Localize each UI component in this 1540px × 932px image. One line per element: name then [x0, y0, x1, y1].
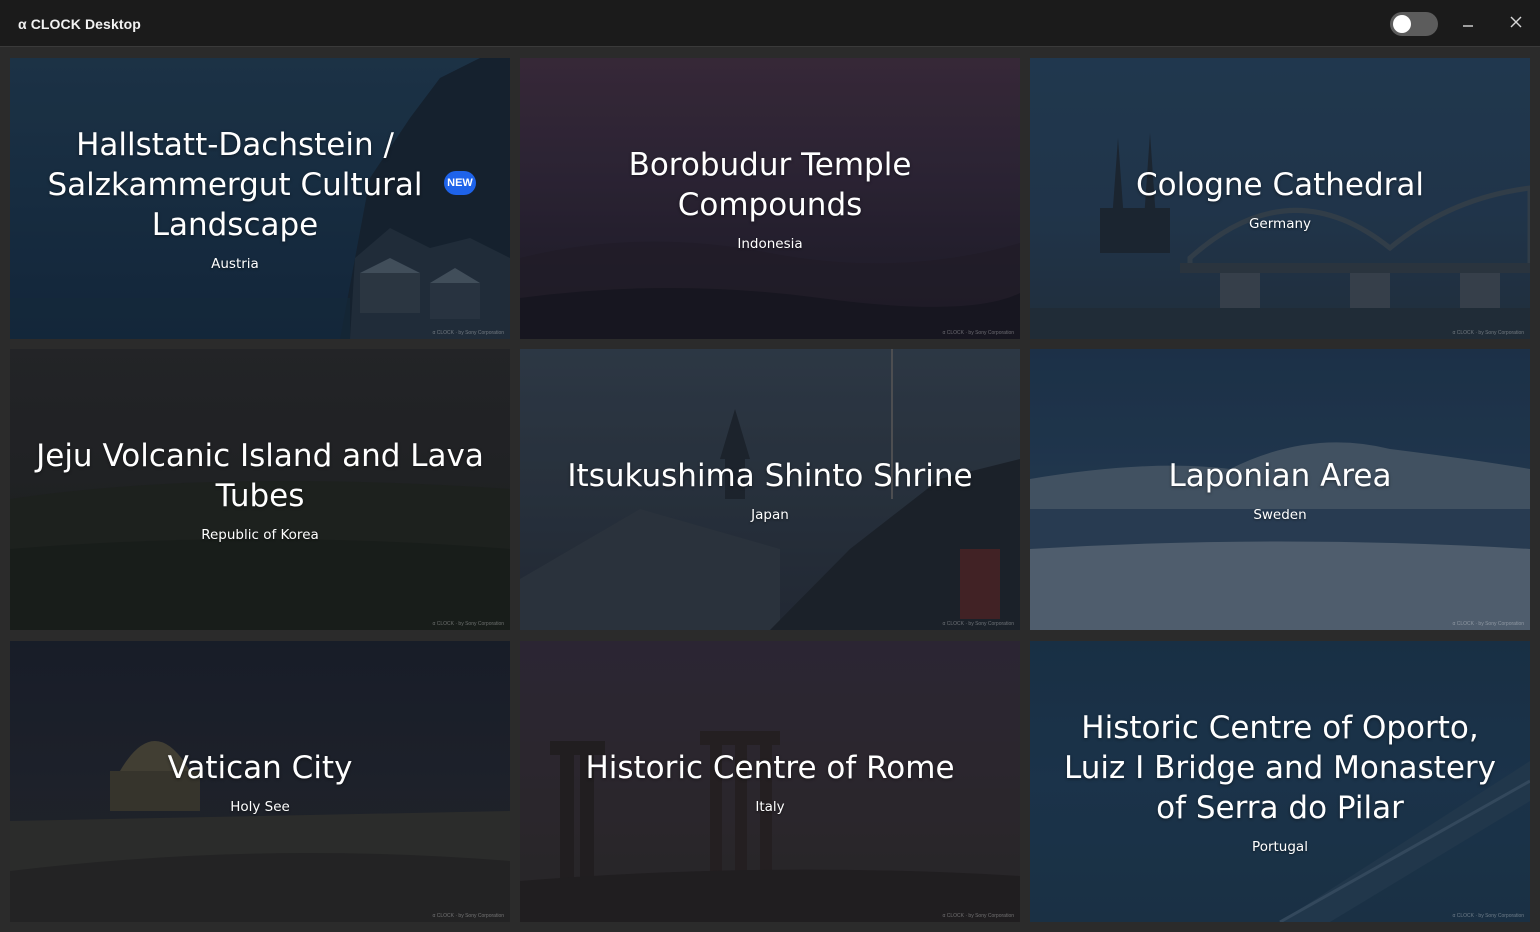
photo-credit: α CLOCK · by Sony Corporation [942, 330, 1014, 336]
card-country: Indonesia [737, 236, 803, 252]
card-caption: Hallstatt-Dachstein / Salzkammergut Cult… [10, 58, 510, 339]
new-badge: NEW [444, 171, 476, 195]
mode-toggle[interactable] [1390, 12, 1438, 36]
card-title: Vatican City [167, 750, 353, 786]
card-hallstatt[interactable]: Hallstatt-Dachstein / Salzkammergut Cult… [10, 58, 510, 339]
app-title: α CLOCK Desktop [18, 16, 141, 32]
minimize-icon [1463, 25, 1473, 27]
card-itsukushima[interactable]: Itsukushima Shinto Shrine Japan α CLOCK … [520, 349, 1020, 630]
card-oporto[interactable]: Historic Centre of Oporto, Luiz I Bridge… [1030, 641, 1530, 922]
toggle-knob [1393, 15, 1411, 33]
card-caption: Historic Centre of Oporto, Luiz I Bridge… [1030, 641, 1530, 922]
card-caption: Historic Centre of Rome Italy [520, 641, 1020, 922]
close-icon [1510, 16, 1522, 28]
card-country: Portugal [1252, 839, 1308, 855]
card-country: Republic of Korea [201, 527, 319, 543]
card-country: Sweden [1253, 507, 1307, 523]
photo-credit: α CLOCK · by Sony Corporation [432, 913, 504, 919]
card-rome[interactable]: Historic Centre of Rome Italy α CLOCK · … [520, 641, 1020, 922]
card-title: Historic Centre of Oporto, Luiz I Bridge… [1063, 710, 1497, 826]
card-caption: Laponian Area Sweden [1030, 349, 1530, 630]
card-title: Historic Centre of Rome [585, 750, 955, 786]
title-bar: α CLOCK Desktop [0, 0, 1540, 47]
card-caption: Itsukushima Shinto Shrine Japan [520, 349, 1020, 630]
minimize-button[interactable] [1452, 8, 1484, 38]
card-caption: Jeju Volcanic Island and Lava Tubes Repu… [10, 349, 510, 630]
card-caption: Borobudur Temple Compounds Indonesia [520, 58, 1020, 339]
card-borobudur[interactable]: Borobudur Temple Compounds Indonesia α C… [520, 58, 1020, 339]
card-country: Austria [211, 256, 259, 272]
card-title: Jeju Volcanic Island and Lava Tubes [36, 438, 484, 514]
photo-credit: α CLOCK · by Sony Corporation [1452, 913, 1524, 919]
card-laponian[interactable]: Laponian Area Sweden α CLOCK · by Sony C… [1030, 349, 1530, 630]
photo-credit: α CLOCK · by Sony Corporation [942, 913, 1014, 919]
card-caption: Vatican City Holy See [10, 641, 510, 922]
photo-credit: α CLOCK · by Sony Corporation [1452, 330, 1524, 336]
card-title: Cologne Cathedral [1136, 167, 1424, 203]
card-jeju[interactable]: Jeju Volcanic Island and Lava Tubes Repu… [10, 349, 510, 630]
card-country: Japan [751, 507, 789, 523]
card-title: Itsukushima Shinto Shrine [567, 458, 973, 494]
card-cologne[interactable]: Cologne Cathedral Germany α CLOCK · by S… [1030, 58, 1530, 339]
card-caption: Cologne Cathedral Germany [1030, 58, 1530, 339]
close-button[interactable] [1500, 8, 1532, 38]
card-country: Holy See [230, 799, 290, 815]
card-title: Hallstatt-Dachstein / Salzkammergut Cult… [47, 127, 423, 243]
heritage-grid: Hallstatt-Dachstein / Salzkammergut Cult… [10, 58, 1530, 922]
card-country: Italy [755, 799, 785, 815]
photo-credit: α CLOCK · by Sony Corporation [942, 621, 1014, 627]
photo-credit: α CLOCK · by Sony Corporation [432, 621, 504, 627]
card-country: Germany [1248, 216, 1312, 232]
card-title: Laponian Area [1168, 458, 1392, 494]
card-title: Borobudur Temple Compounds [628, 147, 912, 223]
photo-credit: α CLOCK · by Sony Corporation [1452, 621, 1524, 627]
card-vatican[interactable]: Vatican City Holy See α CLOCK · by Sony … [10, 641, 510, 922]
photo-credit: α CLOCK · by Sony Corporation [432, 330, 504, 336]
